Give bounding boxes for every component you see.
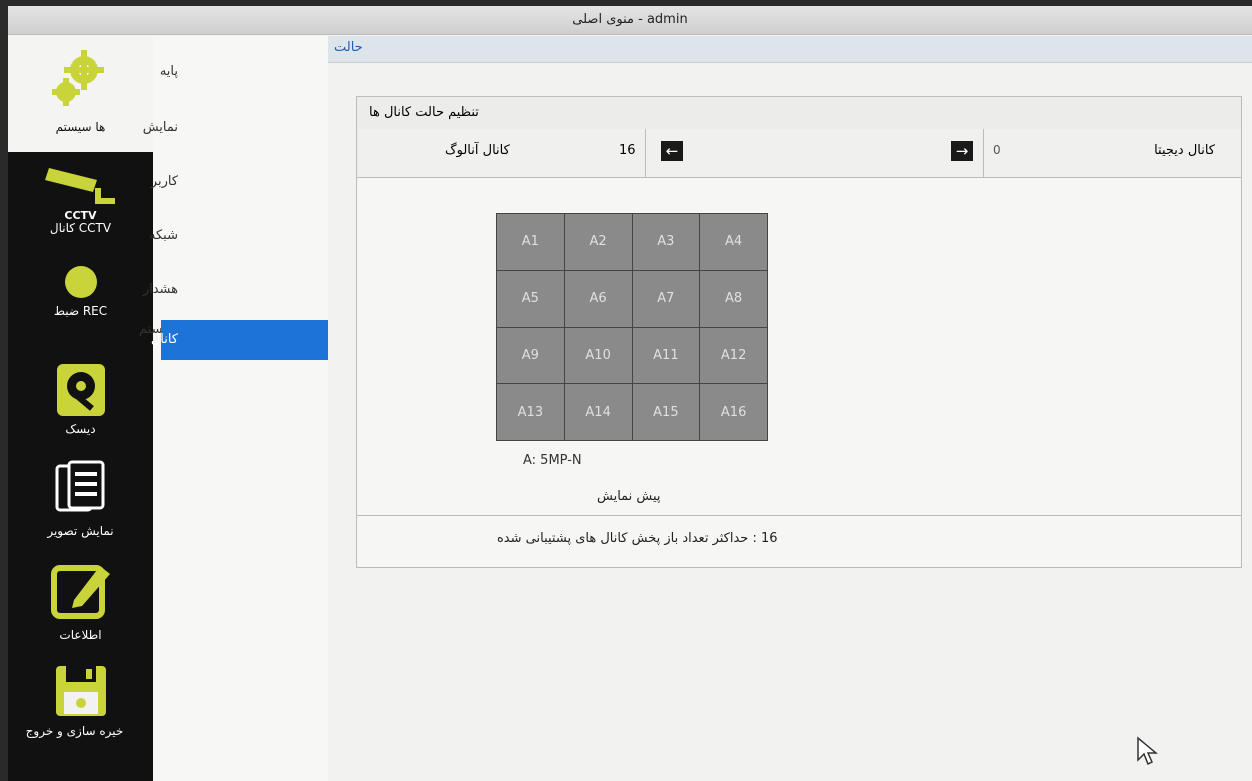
tab-bar: حالت — [328, 36, 1252, 63]
channel-cell[interactable]: A5 — [497, 270, 564, 327]
channel-cell[interactable]: A11 — [632, 327, 700, 384]
increase-button[interactable]: → — [951, 141, 973, 161]
max-playback-note: 16 : حداکثر تعداد باز پخش کانال های پشتی… — [497, 531, 778, 546]
digital-cell: 0 کانال دیجیتا — [983, 129, 1241, 177]
submenu-label: نمایش — [142, 120, 178, 135]
gears-icon — [51, 50, 104, 106]
settings-submenu: پایه نمایش کاربر شبکه هشدار سیستم کانال — [139, 36, 328, 781]
toolbar-disk[interactable]: دیسک — [8, 362, 153, 446]
submenu-label: کانال — [150, 332, 178, 347]
analog-count: 16 — [619, 143, 636, 158]
digital-label: کانال دیجیتا — [1154, 143, 1215, 158]
digital-count: 0 — [993, 143, 1001, 157]
channel-cell[interactable]: A6 — [564, 270, 632, 327]
mouse-cursor-icon — [1137, 736, 1158, 766]
submenu-item-basic[interactable]: پایه — [159, 52, 328, 92]
toolbar-info[interactable]: اطلاعات — [8, 558, 153, 658]
submenu-item-network[interactable]: شبکه — [149, 216, 328, 256]
documents-icon — [55, 460, 104, 512]
submenu-item-user[interactable]: کاربر — [151, 162, 328, 202]
decrease-button[interactable]: ← — [661, 141, 683, 161]
window-title: منوی اصلی - admin — [8, 6, 1252, 35]
submenu-label: کاربر — [150, 174, 178, 189]
dvr-screen: منوی اصلی - admin ها سیستم CCTV CCTV کان… — [8, 6, 1252, 781]
channel-cell[interactable]: A14 — [564, 384, 632, 440]
channel-slider[interactable]: ← → — [645, 129, 984, 177]
edit-icon — [50, 565, 110, 619]
toolbar-save-exit[interactable]: خیره سازی و خروج — [8, 662, 153, 758]
cctv-text: CCTV — [64, 209, 97, 222]
toolbar-label: خیره سازی و خروج — [25, 724, 124, 738]
submenu-item-display[interactable]: نمایش — [143, 108, 328, 148]
divider — [357, 515, 1241, 516]
toolbar-label: اطلاعات — [59, 628, 102, 642]
toolbar-label: دیسک — [65, 422, 96, 436]
toolbar-record[interactable]: REC ضبط — [8, 260, 153, 346]
channel-cell[interactable]: A10 — [564, 327, 632, 384]
analog-cell: کانال آنالوگ 16 — [357, 129, 646, 177]
toolbar-label: نمایش تصویر — [47, 524, 114, 538]
channel-cell[interactable]: A2 — [564, 214, 632, 270]
submenu-label: پایه — [159, 64, 178, 79]
channel-cell[interactable]: A15 — [632, 384, 700, 440]
channel-type-legend: A: 5MP-N — [523, 453, 582, 468]
toolbar-label: REC ضبط — [53, 304, 108, 318]
main-content: حالت تنظیم حالت کانال ها کانال آنالوگ 16… — [328, 36, 1252, 781]
toolbar-label: CCTV کانال — [49, 221, 112, 235]
channel-cell[interactable]: A4 — [700, 214, 767, 270]
channel-cell[interactable]: A9 — [497, 327, 564, 384]
analog-label: کانال آنالوگ — [445, 143, 510, 158]
channel-cell[interactable]: A12 — [700, 327, 767, 384]
main-toolbar: ها سیستم CCTV CCTV کانال REC ضبط دیسک نم… — [8, 36, 153, 781]
toolbar-cctv[interactable]: CCTV CCTV کانال — [8, 162, 153, 252]
channel-grid: A1 A2 A3 A4 A5 A6 A7 A8 A9 A10 A11 A12 A… — [496, 213, 768, 441]
channel-mode-panel: تنظیم حالت کانال ها کانال آنالوگ 16 ← → … — [356, 96, 1242, 568]
channel-cell[interactable]: A3 — [632, 214, 700, 270]
cctv-camera-icon — [44, 168, 115, 204]
toolbar-display[interactable]: نمایش تصویر — [8, 460, 153, 554]
submenu-item-alarm[interactable]: هشدار سیستم — [139, 270, 328, 337]
channel-cell[interactable]: A13 — [497, 384, 564, 440]
disk-icon — [56, 364, 105, 416]
channel-cell[interactable]: A7 — [632, 270, 700, 327]
channel-cell[interactable]: A1 — [497, 214, 564, 270]
toolbar-label: ها سیستم — [55, 120, 106, 134]
record-icon — [64, 266, 97, 298]
panel-title-text: تنظیم حالت کانال ها — [369, 105, 479, 120]
tab-mode[interactable]: حالت — [334, 40, 363, 55]
channel-count-row: کانال آنالوگ 16 ← → 0 کانال دیجیتا — [357, 129, 1241, 178]
channel-cell[interactable]: A8 — [700, 270, 767, 327]
toolbar-system[interactable]: ها سیستم — [8, 36, 153, 152]
channel-cell[interactable]: A16 — [700, 384, 767, 440]
panel-title: تنظیم حالت کانال ها — [357, 97, 1241, 130]
floppy-icon — [55, 666, 106, 716]
preview-label: پیش نمایش — [597, 489, 661, 504]
submenu-label: شبکه — [149, 228, 178, 243]
submenu-item-channel[interactable]: کانال — [151, 320, 328, 360]
